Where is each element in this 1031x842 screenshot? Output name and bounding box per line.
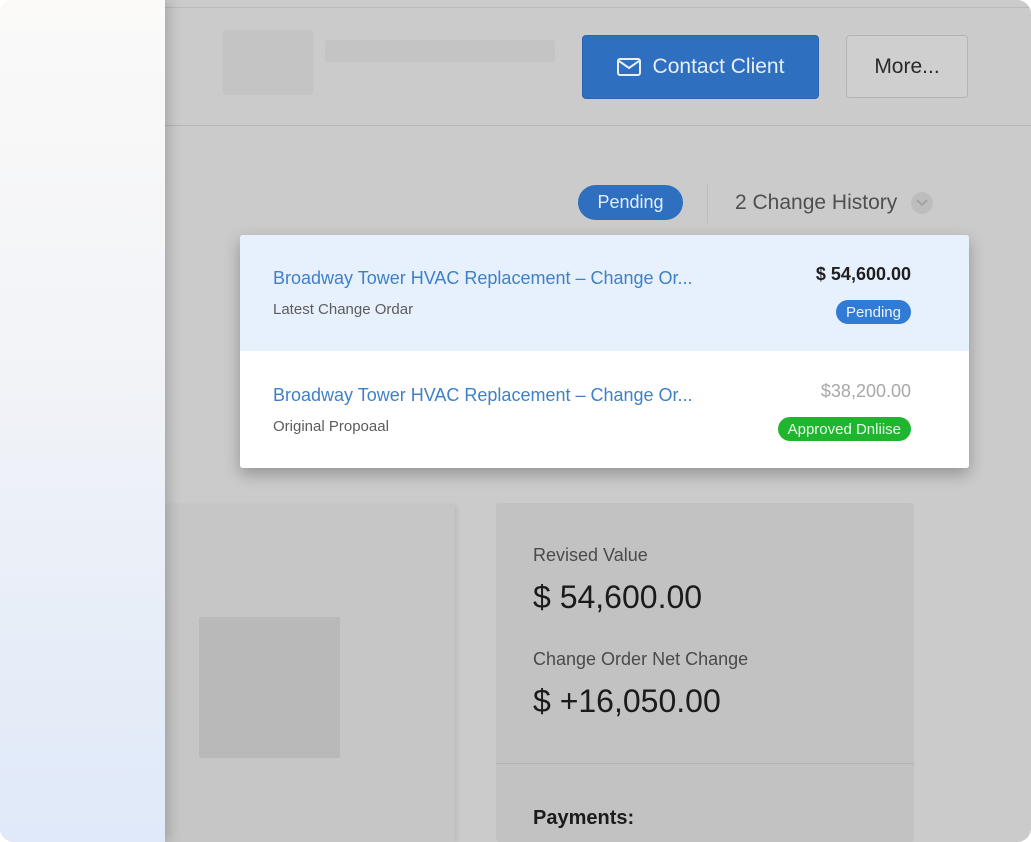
change-order-title[interactable]: Broadway Tower HVAC Replacement – Change… bbox=[273, 268, 733, 289]
value-summary-card: Revised Value $ 54,600.00 Change Order N… bbox=[496, 503, 914, 842]
net-change-label: Change Order Net Change bbox=[533, 649, 749, 669]
header-divider bbox=[165, 125, 1031, 126]
change-order-subtitle: Original Propoaal bbox=[273, 418, 389, 435]
placeholder-block bbox=[325, 40, 555, 62]
screenshot-frame: Contact Client More... Pending 2 Change … bbox=[0, 0, 1031, 842]
chevron-down-icon bbox=[911, 192, 934, 214]
top-divider bbox=[165, 7, 1031, 8]
change-order-detail-view: Contact Client More... Pending 2 Change … bbox=[165, 0, 1031, 842]
more-label: More... bbox=[874, 54, 940, 78]
approved-badge: Approved Dnliise bbox=[777, 417, 911, 441]
net-change-value: $ +16,050.00 bbox=[533, 683, 721, 719]
status-separator bbox=[707, 183, 708, 223]
change-order-item-latest[interactable]: Broadway Tower HVAC Replacement – Change… bbox=[240, 235, 969, 351]
left-sidebar-panel bbox=[0, 0, 165, 842]
pending-badge: Pending bbox=[835, 300, 911, 324]
change-order-amount: $38,200.00 bbox=[820, 381, 911, 401]
contact-client-button[interactable]: Contact Client bbox=[582, 35, 819, 99]
summary-divider bbox=[496, 763, 914, 764]
revised-value-label: Revised Value bbox=[533, 545, 648, 565]
placeholder-block bbox=[223, 30, 313, 95]
change-order-item-original[interactable]: Broadway Tower HVAC Replacement – Change… bbox=[240, 352, 969, 468]
change-order-amount: $ 54,600.00 bbox=[815, 264, 911, 284]
change-order-title[interactable]: Broadway Tower HVAC Replacement – Change… bbox=[273, 385, 733, 406]
change-history-dropdown: Broadway Tower HVAC Replacement – Change… bbox=[240, 235, 969, 468]
status-badge: Pending bbox=[578, 185, 683, 220]
envelope-icon bbox=[616, 58, 641, 76]
change-history-toggle[interactable]: 2 Change History bbox=[735, 188, 934, 218]
payments-heading: Payments: bbox=[533, 807, 635, 829]
project-thumbnail bbox=[199, 617, 340, 758]
revised-value: $ 54,600.00 bbox=[533, 579, 703, 615]
contact-client-label: Contact Client bbox=[652, 55, 785, 78]
status-badge-label: Pending bbox=[597, 192, 664, 212]
more-button[interactable]: More... bbox=[846, 35, 968, 98]
change-history-label: 2 Change History bbox=[735, 191, 898, 214]
change-order-subtitle: Latest Change Ordar bbox=[273, 301, 414, 318]
